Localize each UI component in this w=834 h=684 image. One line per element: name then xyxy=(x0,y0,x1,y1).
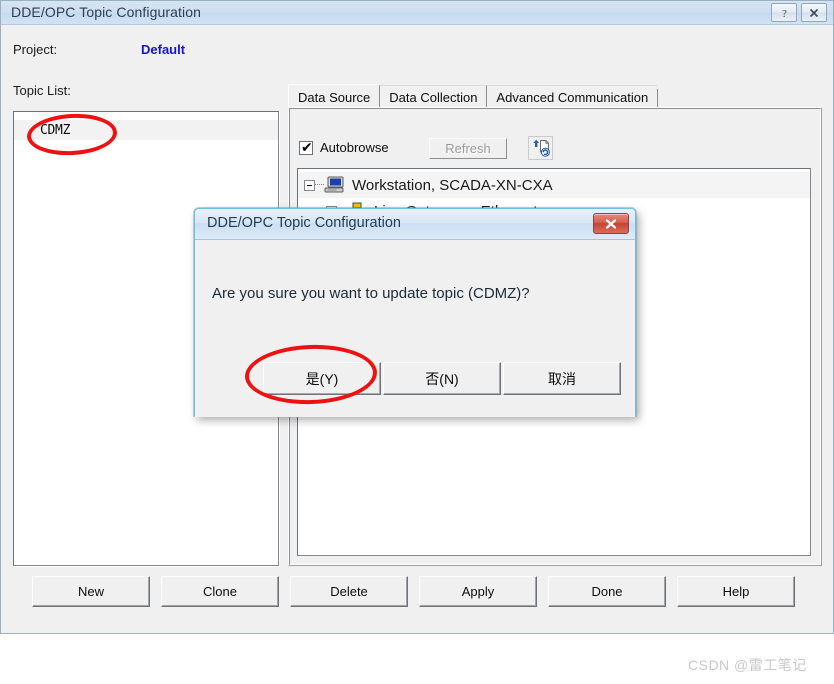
done-button-label: Done xyxy=(591,584,623,599)
delete-button[interactable]: Delete xyxy=(290,576,408,607)
window-titlebar: DDE/OPC Topic Configuration ? xyxy=(1,1,833,25)
tab-advanced-communication-label: Advanced Communication xyxy=(496,89,649,105)
help-icon-button[interactable]: ? xyxy=(771,3,797,22)
refresh-button-label: Refresh xyxy=(445,141,491,156)
apply-button[interactable]: Apply xyxy=(419,576,537,607)
checkbox-icon[interactable]: ✔ xyxy=(299,138,313,155)
confirm-dialog-close-button[interactable] xyxy=(593,213,629,234)
confirm-dialog-titlebar: DDE/OPC Topic Configuration xyxy=(195,209,635,240)
tab-data-source[interactable]: Data Source xyxy=(288,84,380,108)
yes-button[interactable]: 是(Y) xyxy=(263,362,381,395)
help-button[interactable]: Help xyxy=(677,576,795,607)
caption-button-group: ? xyxy=(771,3,827,22)
no-button[interactable]: 否(N) xyxy=(383,362,501,395)
autobrowse-checkbox[interactable]: ✔ Autobrowse xyxy=(299,138,389,155)
window-title: DDE/OPC Topic Configuration xyxy=(11,4,201,20)
tree-node-workstation[interactable]: Workstation, SCADA-XN-CXA xyxy=(298,172,810,198)
apply-button-label: Apply xyxy=(461,584,495,599)
tab-data-source-label: Data Source xyxy=(298,89,371,105)
bottom-button-bar: New Clone Delete Apply Done Help xyxy=(1,576,834,622)
computer-icon xyxy=(324,176,344,193)
collapse-minus-icon[interactable] xyxy=(304,179,315,191)
clone-button-label: Clone xyxy=(203,584,237,599)
delete-button-label: Delete xyxy=(330,584,368,599)
tab-strip: Data Source Data Collection Advanced Com… xyxy=(288,84,659,108)
autobrowse-label: Autobrowse xyxy=(320,140,389,155)
tab-advanced-communication[interactable]: Advanced Communication xyxy=(486,85,658,108)
tab-data-collection-label: Data Collection xyxy=(389,89,478,105)
tree-node-workstation-label: Workstation, SCADA-XN-CXA xyxy=(352,176,553,194)
yes-button-label: 是(Y) xyxy=(305,370,339,387)
topic-list-item-label: CDMZ xyxy=(40,122,71,138)
done-button[interactable]: Done xyxy=(548,576,666,607)
tab-strip-end-divider xyxy=(657,89,659,108)
help-button-label: Help xyxy=(722,584,750,599)
confirm-dialog-body: Are you sure you want to update topic (C… xyxy=(195,240,635,417)
watermark: CSDN @雷工笔记 xyxy=(688,657,807,673)
cancel-button-label: 取消 xyxy=(548,370,576,387)
new-button[interactable]: New xyxy=(32,576,150,607)
new-button-label: New xyxy=(77,584,104,599)
refresh-button[interactable]: Refresh xyxy=(429,138,507,159)
confirm-dialog-title: DDE/OPC Topic Configuration xyxy=(207,215,401,231)
clone-button[interactable]: Clone xyxy=(161,576,279,607)
list-item[interactable]: CDMZ xyxy=(14,120,278,140)
tree-connector xyxy=(315,184,324,186)
svg-text:?: ? xyxy=(782,8,787,19)
tab-data-collection[interactable]: Data Collection xyxy=(379,85,487,108)
cancel-button[interactable]: 取消 xyxy=(503,362,621,395)
project-label: Project: xyxy=(13,42,58,57)
browse-refresh-icon-button[interactable] xyxy=(528,136,553,160)
project-value[interactable]: Default xyxy=(141,42,185,57)
no-button-label: 否(N) xyxy=(425,370,459,387)
checkmark-icon: ✔ xyxy=(301,138,313,155)
confirm-dialog-message: Are you sure you want to update topic (C… xyxy=(212,285,530,302)
topic-list-label: Topic List: xyxy=(13,83,71,98)
browse-refresh-icon xyxy=(532,139,550,157)
close-icon xyxy=(605,218,617,229)
main-window: DDE/OPC Topic Configuration ? Project: D… xyxy=(0,0,834,634)
confirm-dialog: DDE/OPC Topic Configuration Are you sure… xyxy=(194,208,636,417)
close-icon-button[interactable] xyxy=(801,3,827,22)
